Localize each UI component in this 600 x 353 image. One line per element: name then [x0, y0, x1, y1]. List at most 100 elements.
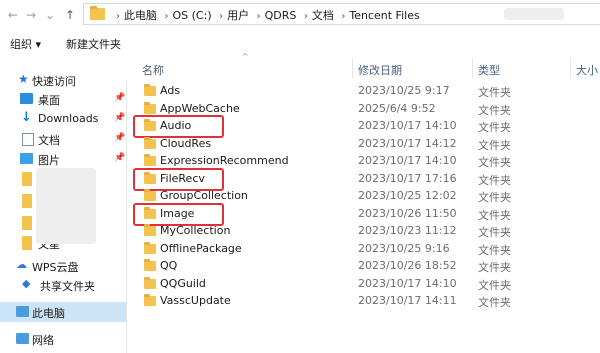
column-header-type[interactable]: 类型 — [478, 62, 500, 78]
folder-icon — [144, 84, 156, 96]
navigation-pane: ★ 快速访问 桌面 📌 ↓ Downloads 📌 文档 📌 图片 📌 文星 ☁… — [0, 56, 127, 353]
sidebar-item-label: 此电脑 — [32, 307, 65, 320]
sidebar-item-label: Downloads — [38, 112, 99, 125]
file-type: 文件夹 — [478, 174, 511, 187]
file-date: 2023/10/17 14:10 — [358, 154, 457, 167]
folder-icon — [22, 236, 32, 250]
pin-icon: 📌 — [114, 113, 126, 123]
up-arrow-icon[interactable]: ↑ — [63, 7, 77, 23]
sidebar-item-label: 共享文件夹 — [40, 280, 95, 293]
file-date: 2023/10/26 11:50 — [358, 207, 457, 220]
sidebar-item-label: 文档 — [38, 134, 60, 147]
file-date: 2023/10/26 18:52 — [358, 259, 457, 272]
file-type: 文件夹 — [478, 121, 511, 134]
breadcrumb-separator: › — [303, 11, 308, 22]
file-date: 2023/10/17 17:16 — [358, 172, 457, 185]
document-icon — [22, 133, 34, 146]
file-name: ExpressionRecommend — [160, 154, 289, 167]
file-name: CloudRes — [160, 137, 212, 150]
pin-icon: 📌 — [114, 153, 126, 163]
folder-icon — [22, 216, 32, 230]
pin-icon: 📌 — [114, 93, 126, 103]
sidebar-item-shared-folder[interactable]: ◆ 共享文件夹 — [0, 275, 126, 295]
column-divider[interactable] — [352, 58, 353, 78]
file-date: 2023/10/17 14:11 — [358, 294, 457, 307]
file-type: 文件夹 — [478, 86, 511, 99]
breadcrumb-item[interactable]: Tencent Files — [349, 9, 419, 22]
highlight-box — [133, 115, 224, 138]
file-name: MyCollection — [160, 224, 231, 237]
sidebar-item-quick-access[interactable]: ★ 快速访问 — [0, 70, 126, 90]
address-bar[interactable]: › 此电脑 › OS (C:) › 用户 › QDRS › 文档 › Tencent Fil… — [83, 3, 600, 25]
file-type: 文件夹 — [478, 296, 511, 309]
command-bar: 组织 ▾ 新建文件夹 — [0, 30, 600, 57]
sidebar-item-network[interactable]: 网络 — [0, 329, 126, 349]
breadcrumb-item[interactable]: 此电脑 — [124, 9, 157, 22]
file-name: OfflinePackage — [160, 242, 242, 255]
pin-icon: 📌 — [114, 133, 126, 143]
folder-icon — [90, 6, 105, 20]
column-header-modified[interactable]: 修改日期 — [358, 62, 402, 78]
file-row[interactable]: QQGuild 2023/10/17 14:10 文件夹 — [126, 276, 600, 293]
file-date: 2023/10/17 14:10 — [358, 277, 457, 290]
breadcrumb-item[interactable]: 文档 — [312, 9, 334, 22]
sidebar-item-label: 网络 — [32, 334, 54, 347]
sidebar-item-pictures[interactable]: 图片 📌 — [0, 149, 126, 169]
sidebar-item-label: 快速访问 — [32, 75, 76, 88]
file-date: 2023/10/25 9:17 — [358, 84, 450, 97]
folder-icon — [144, 294, 156, 306]
sidebar-item-documents[interactable]: 文档 📌 — [0, 129, 126, 149]
sidebar-item-wps-cloud[interactable]: ☁ WPS云盘 — [0, 256, 126, 276]
sidebar-item-label: WPS云盘 — [32, 261, 79, 274]
star-icon: ★ — [18, 72, 29, 86]
file-name: VasscUpdate — [160, 294, 231, 307]
sidebar-item-downloads[interactable]: ↓ Downloads 📌 — [0, 109, 126, 129]
back-arrow-icon[interactable]: ← — [6, 7, 20, 23]
sidebar-item-this-pc[interactable]: 此电脑 — [0, 302, 126, 322]
file-name: QQ — [160, 259, 178, 272]
redacted-area — [504, 8, 564, 20]
breadcrumb-item[interactable]: QDRS — [265, 9, 297, 22]
file-type: 文件夹 — [478, 226, 511, 239]
breadcrumb-item[interactable]: OS (C:) — [173, 9, 212, 22]
file-row[interactable]: MyCollection 2023/10/23 11:12 文件夹 — [126, 223, 600, 240]
sidebar-item-desktop[interactable]: 桌面 📌 — [0, 89, 126, 109]
file-name: Ads — [160, 84, 181, 97]
folder-icon — [144, 154, 156, 166]
file-date: 2025/6/4 9:52 — [358, 102, 436, 115]
folder-icon — [22, 194, 32, 208]
file-row[interactable]: CloudRes 2023/10/17 14:12 文件夹 — [126, 136, 600, 153]
column-headers: ^ 名称 修改日期 类型 大小 — [126, 52, 600, 80]
new-folder-button[interactable]: 新建文件夹 — [66, 36, 121, 52]
redacted-area — [36, 168, 96, 244]
file-name: QQGuild — [160, 277, 206, 290]
folder-icon — [144, 242, 156, 254]
file-name: AppWebCache — [160, 102, 240, 115]
column-divider[interactable] — [570, 58, 571, 78]
sidebar-item-label: 图片 — [38, 154, 60, 167]
breadcrumb: › 此电脑 › OS (C:) › 用户 › QDRS › 文档 › Tencent Fil… — [112, 7, 420, 23]
organize-button[interactable]: 组织 ▾ — [10, 36, 41, 52]
breadcrumb-separator: › — [116, 11, 120, 22]
column-divider[interactable] — [472, 58, 473, 78]
breadcrumb-separator: › — [164, 11, 169, 22]
file-date: 2023/10/25 9:16 — [358, 242, 450, 255]
file-type: 文件夹 — [478, 279, 511, 292]
column-header-name[interactable]: 名称 — [142, 62, 164, 78]
file-type: 文件夹 — [478, 261, 511, 274]
file-type: 文件夹 — [478, 156, 511, 169]
forward-arrow-icon[interactable]: → — [24, 7, 38, 23]
folder-icon — [144, 137, 156, 149]
file-row[interactable]: QQ 2023/10/26 18:52 文件夹 — [126, 258, 600, 275]
breadcrumb-item[interactable]: 用户 — [227, 9, 249, 22]
column-header-size[interactable]: 大小 — [576, 62, 598, 78]
download-icon: ↓ — [21, 110, 32, 125]
cloud-icon: ☁ — [16, 258, 27, 271]
file-type: 文件夹 — [478, 104, 511, 117]
file-date: 2023/10/17 14:10 — [358, 119, 457, 132]
folder-icon — [22, 172, 32, 186]
file-row[interactable]: VasscUpdate 2023/10/17 14:11 文件夹 — [126, 293, 600, 310]
file-row[interactable]: Ads 2023/10/25 9:17 文件夹 — [126, 83, 600, 100]
file-row[interactable]: OfflinePackage 2023/10/25 9:16 文件夹 — [126, 241, 600, 258]
history-dropdown-icon[interactable]: ⌄ — [43, 7, 57, 23]
